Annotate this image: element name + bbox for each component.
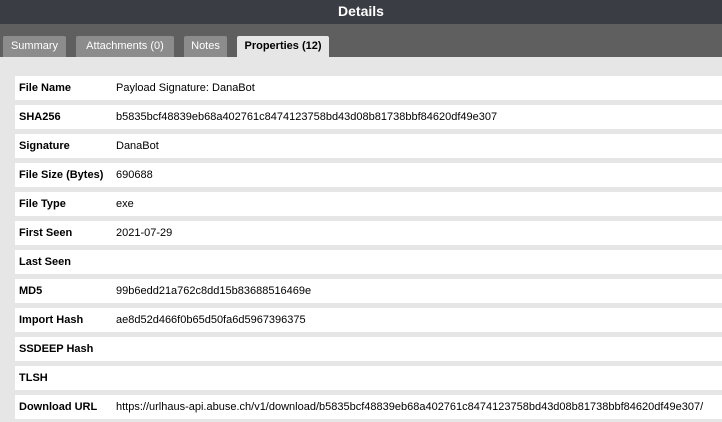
property-row-last-seen: Last Seen — [15, 248, 722, 277]
property-row-download-url: Download URL https://urlhaus-api.abuse.c… — [15, 393, 722, 422]
tab-properties[interactable]: Properties (12) — [237, 36, 329, 57]
property-row-md5: MD5 99b6edd21a762c8dd15b83688516469e — [15, 277, 722, 306]
property-key: SSDEEP Hash — [15, 337, 111, 361]
property-value — [109, 337, 722, 361]
property-value: b5835bcf48839eb68a402761c8474123758bd43d… — [109, 105, 722, 129]
property-row-tlsh: TLSH — [15, 364, 722, 393]
property-key: Import Hash — [15, 308, 111, 332]
property-value: 99b6edd21a762c8dd15b83688516469e — [109, 279, 722, 303]
property-value: https://urlhaus-api.abuse.ch/v1/download… — [109, 395, 722, 419]
tab-attachments[interactable]: Attachments (0) — [76, 36, 174, 57]
property-value: 690688 — [109, 163, 722, 187]
property-value: DanaBot — [109, 134, 722, 158]
property-key: SHA256 — [15, 105, 111, 129]
property-key: MD5 — [15, 279, 111, 303]
property-key: Download URL — [15, 395, 111, 419]
property-row-file-name: File Name Payload Signature: DanaBot — [15, 74, 722, 103]
tab-summary[interactable]: Summary — [3, 36, 66, 57]
properties-panel: File Name Payload Signature: DanaBot SHA… — [0, 57, 722, 422]
property-row-signature: Signature DanaBot — [15, 132, 722, 161]
property-row-import-hash: Import Hash ae8d52d466f0b65d50fa6d596739… — [15, 306, 722, 335]
property-value: ae8d52d466f0b65d50fa6d5967396375 — [109, 308, 722, 332]
property-row-file-type: File Type exe — [15, 190, 722, 219]
property-key: First Seen — [15, 221, 111, 245]
property-key: TLSH — [15, 366, 111, 390]
property-key: File Name — [15, 76, 111, 100]
tab-notes[interactable]: Notes — [184, 36, 227, 57]
property-value: Payload Signature: DanaBot — [109, 76, 722, 100]
property-row-ssdeep-hash: SSDEEP Hash — [15, 335, 722, 364]
property-key: Last Seen — [15, 250, 111, 274]
property-key: File Size (Bytes) — [15, 163, 111, 187]
property-row-first-seen: First Seen 2021-07-29 — [15, 219, 722, 248]
property-key: Signature — [15, 134, 111, 158]
tab-bar: Summary Attachments (0) Notes Properties… — [0, 24, 722, 57]
properties-table: File Name Payload Signature: DanaBot SHA… — [15, 74, 722, 422]
property-key: File Type — [15, 192, 111, 216]
property-value — [109, 366, 722, 390]
property-value: exe — [109, 192, 722, 216]
property-row-file-size: File Size (Bytes) 690688 — [15, 161, 722, 190]
property-value — [109, 250, 722, 274]
window-title: Details — [0, 0, 722, 24]
property-row-sha256: SHA256 b5835bcf48839eb68a402761c84741237… — [15, 103, 722, 132]
property-value: 2021-07-29 — [109, 221, 722, 245]
